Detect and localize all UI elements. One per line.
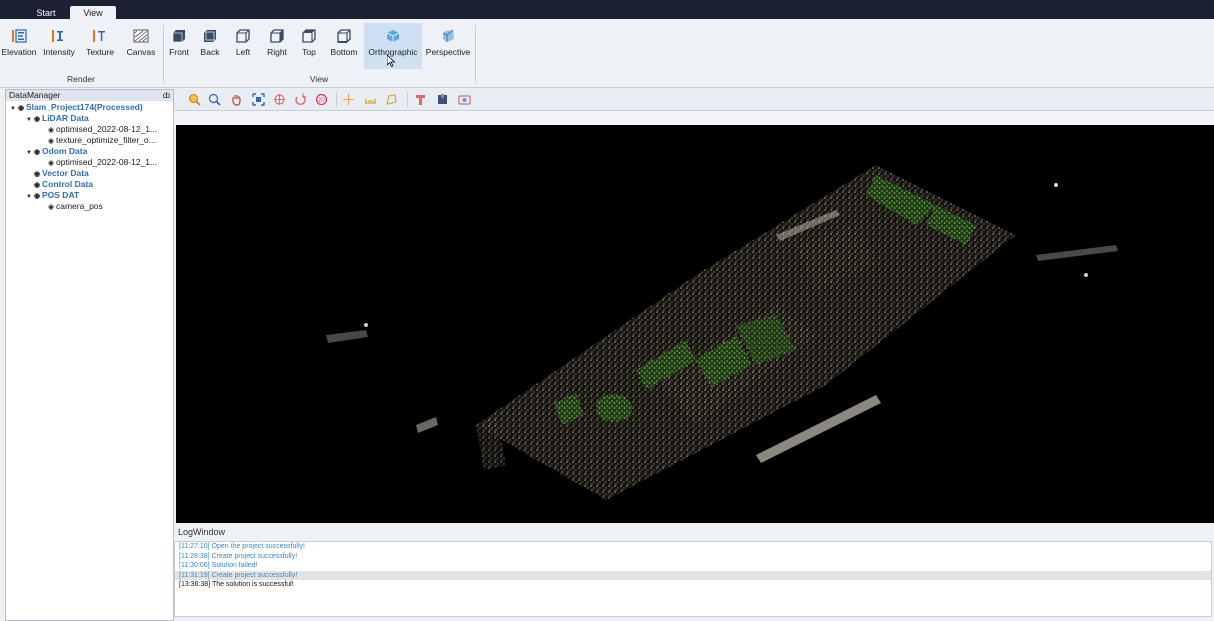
log-list[interactable]: [11:27:10] Open the project successfully… — [174, 541, 1212, 617]
measure-distance-icon[interactable] — [364, 93, 377, 106]
viewer-area: 2D — [174, 89, 1214, 523]
tree-node-icon: ◉ — [18, 105, 25, 112]
log-line: [11:30:06] Solution failed! — [179, 562, 258, 570]
point-cloud-render — [326, 165, 1118, 500]
canvas-icon — [133, 29, 149, 43]
tree-label: POS DAT — [42, 190, 80, 200]
data-manager-panel: DataManager ȸ ▼ ◉ Slam_Project174(Processe… — [5, 89, 174, 621]
log-window-title: LogWindow — [178, 527, 226, 537]
left-label: Left — [235, 47, 251, 57]
2d-view-icon[interactable]: 2D — [315, 93, 328, 106]
texture-label: Texture — [86, 47, 114, 57]
cube-right-icon — [270, 29, 284, 43]
expand-arrow-icon[interactable]: ▼ — [10, 104, 18, 114]
data-manager-title: DataManager — [9, 90, 61, 100]
front-label: Front — [169, 47, 189, 57]
point-cloud-canvas[interactable] — [176, 125, 1214, 523]
tree-node-icon: ◉ — [34, 149, 41, 156]
view-group-label: View — [309, 74, 329, 84]
bottom-label: Bottom — [330, 47, 358, 57]
tree-item-camera-pos[interactable]: ◉ camera_pos — [48, 201, 103, 213]
ribbon-separator — [475, 25, 476, 83]
viewer-toolbar: 2D — [174, 89, 1214, 111]
tree-label: LiDAR Data — [42, 113, 89, 123]
canvas-button[interactable]: Canvas — [120, 23, 162, 69]
cube-left-icon — [236, 29, 250, 43]
expand-arrow-icon[interactable]: ▼ — [26, 115, 34, 125]
canvas-label: Canvas — [126, 47, 156, 57]
tree-node-icon: ◉ — [48, 204, 55, 211]
tree-node-icon: ◉ — [34, 116, 41, 123]
screenshot-icon[interactable] — [458, 93, 471, 106]
ribbon-tab-bar: Start View — [0, 0, 1214, 20]
color-fill-icon[interactable] — [436, 93, 449, 106]
tab-start[interactable]: Start — [22, 8, 70, 19]
back-view-button[interactable]: Back — [194, 23, 226, 69]
tree-label: Vector Data — [42, 168, 89, 178]
toolbar-separator — [407, 92, 408, 107]
elevation-label: Elevation — [1, 47, 37, 57]
toolbar-separator — [336, 92, 337, 107]
zoom-in-icon[interactable] — [188, 93, 201, 106]
pick-point-icon[interactable] — [342, 93, 355, 106]
back-label: Back — [200, 47, 220, 57]
mouse-cursor-icon — [387, 55, 396, 67]
elevation-button[interactable]: Elevation — [0, 23, 38, 69]
log-line: [11:28:38] Create project successfully! — [179, 552, 298, 560]
perspective-label: Perspective — [425, 47, 471, 57]
top-label: Top — [302, 47, 316, 57]
viewer-tab-strip — [174, 111, 1214, 125]
tree-label: Control Data — [42, 179, 93, 189]
perspective-icon — [442, 29, 454, 42]
elevation-icon — [12, 29, 27, 43]
perspective-button[interactable]: Perspective — [422, 23, 474, 69]
left-view-button[interactable]: Left — [226, 23, 260, 69]
reset-rotation-icon[interactable] — [294, 93, 307, 106]
cube-bottom-icon — [337, 29, 351, 43]
top-view-button[interactable]: Top — [294, 23, 324, 69]
log-line: [11:27:10] Open the project successfully… — [179, 543, 305, 550]
front-view-button[interactable]: Front — [164, 23, 194, 69]
log-line: [11:31:19] Create project successfully! — [175, 570, 1211, 581]
ribbon: Elevation Intensity Texture Canvas Rende… — [0, 19, 1214, 88]
tree-node-icon: ◉ — [34, 193, 41, 200]
tree-label: texture_optimize_filter_o... — [56, 135, 156, 145]
expand-arrow-icon[interactable]: ▼ — [26, 192, 34, 202]
fit-view-icon[interactable] — [252, 93, 265, 106]
log-window: LogWindow [11:27:10] Open the project su… — [174, 525, 1214, 621]
data-manager-header: DataManager ȸ — [6, 90, 173, 101]
intensity-icon — [52, 30, 63, 42]
marker-tool-icon[interactable] — [414, 93, 427, 106]
tree-label: optimised_2022-08-12_1... — [56, 124, 158, 134]
texture-button[interactable]: Texture — [80, 23, 120, 69]
pan-hand-icon[interactable] — [230, 93, 243, 106]
render-group-label: Render — [67, 74, 95, 84]
cube-back-icon — [204, 30, 216, 42]
tree-label: camera_pos — [56, 201, 103, 211]
log-line: [13:36:38] The solution is successful! — [179, 581, 294, 589]
tree-label: optimised_2022-08-12_1... — [56, 157, 158, 167]
tree-label: Slam_Project174(Processed) — [26, 102, 143, 112]
texture-icon — [93, 30, 105, 42]
tree-label: Odom Data — [42, 146, 88, 156]
orthographic-icon — [386, 30, 400, 42]
intensity-label: Intensity — [43, 47, 75, 57]
rotate-view-icon[interactable] — [273, 93, 286, 106]
expand-arrow-icon[interactable]: ▼ — [26, 148, 34, 158]
bottom-view-button[interactable]: Bottom — [324, 23, 364, 69]
cube-top-icon — [302, 29, 316, 43]
measure-area-icon[interactable] — [385, 93, 398, 106]
right-view-button[interactable]: Right — [260, 23, 294, 69]
intensity-button[interactable]: Intensity — [38, 23, 80, 69]
site-outline — [326, 165, 1118, 500]
right-label: Right — [267, 47, 287, 57]
zoom-out-icon[interactable] — [208, 93, 221, 106]
cube-front-icon — [172, 30, 185, 43]
tab-view[interactable]: View — [70, 6, 116, 20]
pin-icon[interactable]: ȸ — [163, 90, 170, 101]
svg-text:2D: 2D — [318, 98, 325, 104]
